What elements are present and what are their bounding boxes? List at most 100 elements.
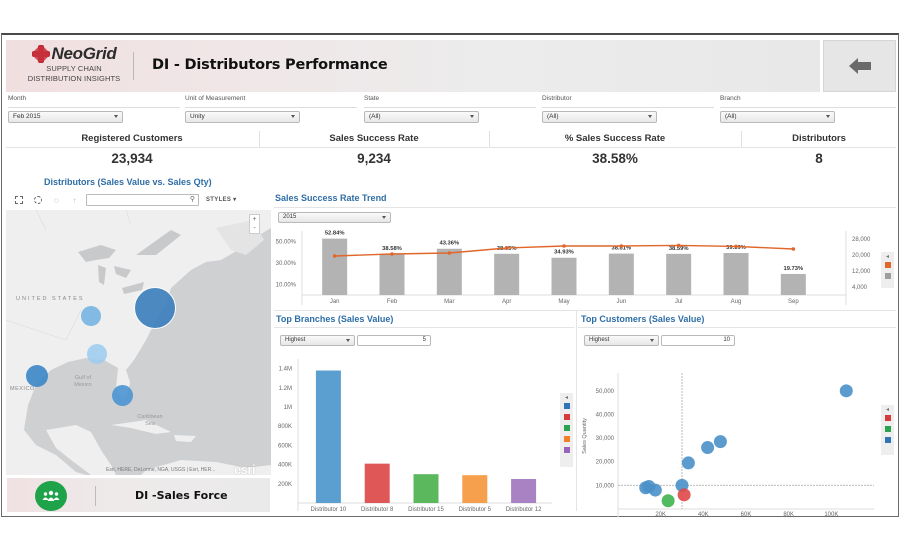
- team-icon: [35, 481, 67, 511]
- x-tick-label: Distributor 8: [361, 507, 394, 513]
- x-tick-label: Mar: [444, 299, 454, 305]
- kpi-value: 8: [815, 151, 823, 166]
- search-icon: ⚲: [189, 196, 195, 203]
- sales-force-button[interactable]: DI -Sales Force: [6, 477, 271, 513]
- map-toolbar: ◌ ↑ ⚲ STYLES ▾: [6, 192, 271, 210]
- legend-swatch[interactable]: [884, 426, 891, 432]
- neogrid-logo: NeoGrid SUPPLY CHAIN DISTRIBUTION INSIGH…: [24, 44, 124, 90]
- logo-subtitle-2: DISTRIBUTION INSIGHTS: [27, 74, 121, 83]
- x-tick-label: Jan: [330, 299, 340, 305]
- select-value: Highest: [285, 337, 306, 343]
- customers-sort-select[interactable]: Highest: [584, 335, 659, 346]
- trend-line-point: [504, 246, 509, 250]
- customers-count-input[interactable]: 10: [661, 335, 735, 346]
- state-select[interactable]: (All): [364, 111, 479, 123]
- trend-bar: [608, 253, 634, 295]
- input-value: 10: [723, 337, 730, 343]
- lasso-select-icon[interactable]: ◌: [52, 196, 61, 205]
- y-right-tick-label: 4,000: [852, 285, 868, 291]
- legend-swatch[interactable]: [884, 262, 891, 268]
- select-value: Unity: [190, 113, 205, 120]
- map-bubble[interactable]: [81, 306, 101, 326]
- legend-swatch[interactable]: [563, 425, 570, 431]
- y-tick-label: 30,000: [596, 436, 615, 442]
- map-bubble[interactable]: [134, 287, 176, 329]
- x-tick-label: Jul: [675, 299, 683, 305]
- branches-chart: 1.4M 1.2M 1M 800K 600K 400K 200K Distributor 10…: [278, 359, 552, 513]
- kpi-label: Distributors: [742, 131, 896, 148]
- map-styles-button[interactable]: STYLES ▾: [206, 196, 236, 203]
- zoom-out-button[interactable]: -: [250, 224, 259, 233]
- map-label-caribbean: Caribbean Sea: [137, 414, 163, 427]
- map-bubble[interactable]: [26, 365, 48, 387]
- year-select[interactable]: 2015: [278, 212, 391, 223]
- rectangle-select-icon[interactable]: [15, 196, 23, 204]
- filter-branch: Branch (All): [720, 95, 896, 123]
- collapse-legend-icon[interactable]: ◂: [881, 405, 894, 415]
- trend-line-point: [562, 244, 566, 248]
- kpi-pct-sales-success-rate: % Sales Success Rate 38.58%: [490, 131, 740, 169]
- select-value: Highest: [589, 337, 610, 343]
- x-tick-label: Distributor 10: [311, 507, 347, 513]
- month-select[interactable]: Feb 2015: [8, 111, 123, 123]
- legend-swatch[interactable]: [563, 447, 570, 453]
- map-bubble[interactable]: [112, 385, 133, 406]
- collapse-legend-icon[interactable]: ◂: [881, 252, 894, 262]
- page-title: DI - Distributors Performance: [152, 57, 388, 73]
- kpi-registered-customers: Registered Customers 23,934: [6, 131, 258, 169]
- y-right-tick-label: 12,000: [852, 269, 871, 275]
- select-value: (All): [547, 113, 559, 120]
- x-tick-label: 80K: [783, 512, 794, 517]
- zoom-in-button[interactable]: +: [250, 215, 259, 224]
- y-right-tick-label: 28,000: [852, 237, 871, 243]
- scatter-point: [713, 435, 727, 449]
- kpi-label: % Sales Success Rate: [490, 131, 740, 148]
- legend-swatch[interactable]: [884, 415, 891, 421]
- legend-swatch[interactable]: [884, 273, 891, 279]
- x-tick-label: Distributor 5: [459, 507, 492, 513]
- legend-swatch[interactable]: [563, 403, 570, 409]
- y-tick-label: 50.00%: [276, 240, 297, 246]
- branch-bar: [462, 475, 488, 503]
- back-arrow-icon: [848, 58, 871, 74]
- y-tick-label: 400K: [278, 463, 292, 469]
- x-tick-label: Aug: [731, 299, 742, 305]
- map-zoom-control[interactable]: + -: [249, 214, 260, 234]
- chevron-down-icon: [291, 115, 295, 118]
- distributor-map[interactable]: UNITED STATES MEXICO Gulf of Mexico Cari…: [6, 210, 271, 475]
- map-label-mexico: MEXICO: [10, 386, 35, 392]
- legend-swatch[interactable]: [563, 414, 570, 420]
- branches-sort-select[interactable]: Highest: [280, 335, 355, 346]
- x-tick-label: Apr: [502, 299, 511, 305]
- pan-icon[interactable]: ↑: [70, 196, 79, 205]
- y-tick-label: 600K: [278, 443, 292, 449]
- y-tick-label: 800K: [278, 424, 292, 430]
- branch-select[interactable]: (All): [720, 111, 835, 123]
- map-search-input[interactable]: ⚲: [86, 194, 199, 206]
- kpi-value: 23,934: [111, 151, 153, 166]
- radial-select-icon[interactable]: [34, 196, 42, 204]
- branches-legend: ◂: [560, 393, 573, 467]
- trend-bar: [379, 253, 405, 295]
- logo-name: NeoGrid: [51, 44, 117, 63]
- branch-bar: [315, 370, 341, 503]
- branches-title: Top Branches (Sales Value): [276, 314, 394, 324]
- trend-bar: [322, 238, 348, 295]
- distributor-select[interactable]: (All): [542, 111, 657, 123]
- trend-line-point: [619, 244, 624, 248]
- unit-select[interactable]: Unity: [185, 111, 300, 123]
- collapse-legend-icon[interactable]: ◂: [560, 393, 573, 403]
- map-bubble[interactable]: [87, 344, 107, 364]
- filter-month: Month Feb 2015: [8, 95, 180, 123]
- back-button[interactable]: [823, 40, 896, 92]
- chevron-down-icon: [826, 115, 830, 118]
- legend-swatch[interactable]: [563, 436, 570, 442]
- chevron-down-icon: [346, 339, 350, 342]
- map-title: Distributors (Sales Value vs. Sales Qty): [44, 177, 212, 187]
- branches-count-input[interactable]: 5: [357, 335, 431, 346]
- filter-label: State: [364, 95, 380, 102]
- y-right-tick-label: 20,000: [852, 253, 871, 259]
- kpi-label: Registered Customers: [6, 131, 258, 148]
- legend-swatch[interactable]: [884, 437, 891, 443]
- logo-subtitle-1: SUPPLY CHAIN: [46, 64, 102, 73]
